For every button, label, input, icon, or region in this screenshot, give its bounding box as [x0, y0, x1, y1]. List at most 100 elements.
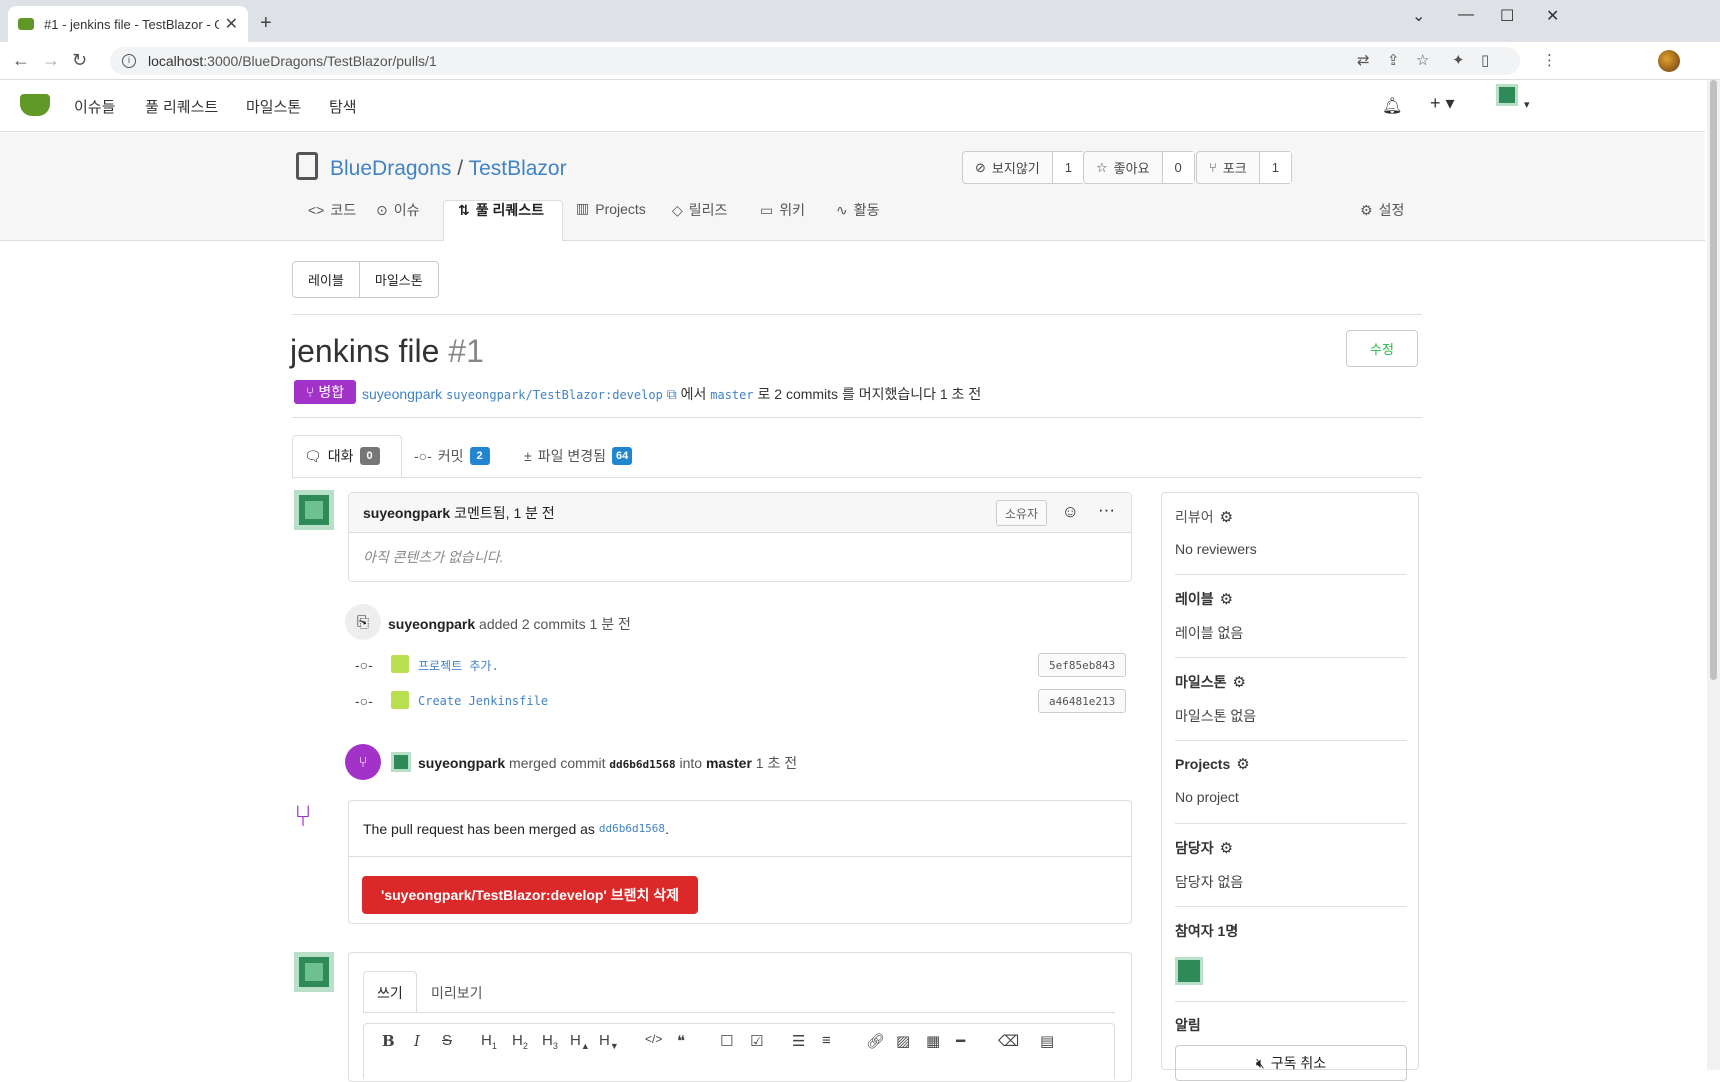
commit-sha-button[interactable]: a46481e213 [1038, 689, 1127, 713]
merge-event-author[interactable]: suyeongpark [418, 755, 505, 771]
heading-3-icon[interactable]: H3 [542, 1032, 558, 1051]
tab-wiki[interactable]: ▭ 위키 [760, 200, 805, 220]
preview-tab[interactable]: 미리보기 [431, 983, 483, 1003]
translate-icon[interactable]: ⇄ [1357, 51, 1370, 69]
page-scrollbar-thumb[interactable] [1710, 80, 1717, 680]
side-panel-icon[interactable]: ▯ [1481, 51, 1489, 69]
ordered-list-icon[interactable]: ≡ [822, 1032, 831, 1049]
extensions-icon[interactable]: ✦ [1452, 51, 1465, 69]
tab-pulls[interactable]: ⇅ 풀 리퀘스트 [458, 200, 544, 220]
repo-name-link[interactable]: TestBlazor [469, 157, 567, 180]
fork-count[interactable]: 1 [1259, 152, 1291, 183]
browser-profile-avatar[interactable] [1658, 50, 1680, 72]
pr-author-link[interactable]: suyeongpark [362, 386, 442, 402]
commit-author-avatar[interactable] [391, 691, 409, 709]
file-icon[interactable]: ▤ [1040, 1032, 1054, 1050]
tab-conversation[interactable]: 🗨︎ 대화 0 [304, 435, 380, 477]
head-branch-link[interactable]: suyeongpark/TestBlazor:develop [446, 388, 663, 402]
browser-tab[interactable]: #1 - jenkins file - TestBlazor - G ✕ [8, 6, 248, 42]
gitea-logo-icon[interactable] [20, 94, 50, 116]
user-menu-chevron-icon[interactable]: ▾ [1524, 98, 1530, 111]
close-window-icon[interactable]: ✕ [1546, 6, 1559, 26]
watch-count[interactable]: 1 [1052, 152, 1084, 183]
nav-pulls[interactable]: 풀 리퀘스트 [145, 96, 218, 117]
watch-button-group[interactable]: ⊘ 보지않기 1 [962, 151, 1085, 184]
checkbox-empty-icon[interactable]: ☐ [720, 1032, 733, 1050]
image-icon[interactable]: ▨ [896, 1032, 910, 1050]
reaction-smiley-icon[interactable]: ☺ [1062, 502, 1079, 522]
tab-settings[interactable]: ⚙ 설정 [1360, 200, 1404, 220]
tab-search-icon[interactable]: ⌄ [1412, 6, 1425, 26]
minimize-icon[interactable]: — [1458, 6, 1474, 24]
merge-author-avatar[interactable] [391, 752, 411, 772]
heading-smaller-icon[interactable]: H▼ [599, 1032, 619, 1051]
create-new-plus-icon[interactable]: + ▾ [1430, 93, 1455, 114]
commit-message-link[interactable]: Create Jenkinsfile [418, 694, 548, 708]
fork-button-group[interactable]: ⑂ 포크 1 [1196, 151, 1292, 184]
delete-branch-button[interactable]: 'suyeongpark/TestBlazor:develop' 브랜치 삭제 [362, 876, 698, 914]
assignees-header[interactable]: 담당자 ⚙ [1175, 838, 1233, 858]
edit-title-button[interactable]: 수정 [1346, 330, 1418, 367]
share-icon[interactable]: ⇪ [1387, 51, 1400, 69]
tab-issues[interactable]: ⊙ 이슈 [376, 200, 420, 220]
gear-icon[interactable]: ⚙ [1220, 839, 1233, 857]
heading-2-icon[interactable]: H2 [512, 1032, 528, 1051]
fork-button[interactable]: ⑂ 포크 [1197, 152, 1260, 183]
nav-milestones[interactable]: 마일스톤 [246, 96, 301, 117]
labels-button[interactable]: 레이블 [293, 262, 360, 297]
write-tab[interactable]: 쓰기 [377, 983, 403, 1003]
address-bar[interactable]: i localhost:3000/BlueDragons/TestBlazor/… [110, 47, 1520, 75]
bold-icon[interactable]: B [382, 1032, 395, 1050]
reload-icon[interactable]: ↻ [72, 50, 87, 71]
back-icon[interactable]: ← [12, 50, 30, 71]
link-icon[interactable]: 🔗︎ [866, 1032, 885, 1050]
reviewers-header[interactable]: 리뷰어 ⚙ [1175, 507, 1233, 527]
maximize-icon[interactable]: ☐ [1500, 6, 1514, 26]
table-icon[interactable]: ▦ [926, 1032, 940, 1050]
bookmark-star-icon[interactable]: ☆ [1416, 51, 1429, 69]
more-options-icon[interactable]: ··· [1098, 500, 1115, 520]
commit-sha-button[interactable]: 5ef85eb843 [1038, 653, 1127, 677]
notifications-bell-icon[interactable]: 🔔︎ [1382, 96, 1402, 116]
forward-icon[interactable]: → [42, 50, 60, 71]
copy-branch-icon[interactable]: ⧉ [667, 386, 677, 402]
participant-avatar[interactable] [1175, 957, 1203, 985]
tab-files[interactable]: ± 파일 변경됨 64 [524, 435, 633, 477]
italic-icon[interactable]: I [414, 1032, 420, 1050]
merge-event-sha[interactable]: dd6b6d1568 [609, 758, 675, 771]
unsubscribe-button[interactable]: 🔇︎ 구독 취소 [1175, 1045, 1407, 1081]
merge-event-branch[interactable]: master [706, 755, 752, 771]
comment-author-avatar[interactable] [294, 490, 334, 530]
eraser-icon[interactable]: ⌫ [998, 1032, 1019, 1050]
nav-explore[interactable]: 탐색 [329, 96, 357, 117]
labels-header[interactable]: 레이블 ⚙ [1175, 589, 1233, 609]
milestones-button[interactable]: 마일스톤 [360, 262, 438, 297]
checkbox-checked-icon[interactable]: ☑ [750, 1032, 763, 1050]
commits-event-author[interactable]: suyeongpark [388, 616, 475, 632]
gear-icon[interactable]: ⚙ [1220, 508, 1233, 526]
gear-icon[interactable]: ⚙ [1236, 755, 1249, 773]
code-icon[interactable]: </> [645, 1032, 662, 1046]
tab-commits[interactable]: -○- 커밋 2 [414, 435, 490, 477]
browser-menu-icon[interactable]: ⋮ [1542, 51, 1557, 69]
heading-bigger-icon[interactable]: H▲ [570, 1032, 590, 1051]
strikethrough-icon[interactable]: S [442, 1032, 452, 1049]
tab-activity[interactable]: ∿ 활동 [836, 200, 880, 220]
star-button[interactable]: ☆ 좋아요 [1084, 152, 1163, 183]
heading-1-icon[interactable]: H1 [481, 1032, 497, 1051]
base-branch-link[interactable]: master [710, 388, 753, 402]
gear-icon[interactable]: ⚙ [1233, 673, 1246, 691]
merged-sha-link[interactable]: dd6b6d1568 [599, 822, 665, 835]
tab-releases[interactable]: ◇ 릴리즈 [672, 200, 727, 220]
unordered-list-icon[interactable]: ☰ [792, 1032, 805, 1050]
unwatch-button[interactable]: ⊘ 보지않기 [963, 152, 1053, 183]
tab-code[interactable]: <> 코드 [308, 200, 356, 220]
milestone-header[interactable]: 마일스톤 ⚙ [1175, 672, 1246, 692]
repo-owner-link[interactable]: BlueDragons [330, 157, 451, 180]
user-avatar[interactable] [1496, 84, 1518, 106]
projects-header[interactable]: Projects ⚙ [1175, 755, 1250, 773]
new-tab-button[interactable]: + [260, 12, 272, 35]
star-button-group[interactable]: ☆ 좋아요 0 [1083, 151, 1195, 184]
horizontal-rule-icon[interactable]: ━ [956, 1032, 965, 1050]
quote-icon[interactable]: ❝ [677, 1032, 685, 1050]
